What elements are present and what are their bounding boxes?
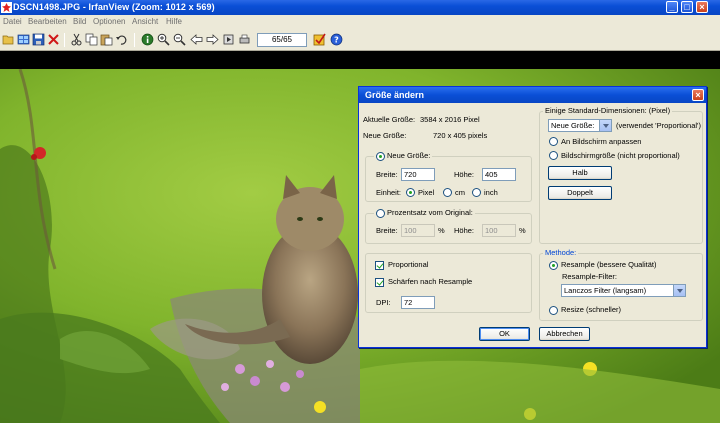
method-legend: Methode:	[543, 248, 579, 258]
new-size-group: Neue Größe: Breite: 720 Höhe: 405 Einhei…	[365, 151, 532, 202]
percent-height-input[interactable]: 100	[482, 224, 516, 237]
menu-optionen[interactable]: Optionen	[93, 17, 125, 26]
unit-label: Einheit:	[376, 188, 402, 197]
resample-filter-select[interactable]: Lanczos Filter (langsam)	[561, 284, 686, 297]
proportional-checkbox[interactable]	[375, 261, 384, 270]
undo-icon[interactable]	[115, 33, 128, 46]
unit-pixel-label: Pixel	[418, 188, 435, 197]
print-icon[interactable]	[238, 33, 251, 46]
percent-group: Prozentsatz vom Original: Breite: 100 % …	[365, 208, 532, 244]
screen-size-label: Bildschirmgröße (nicht proportional)	[561, 151, 680, 160]
standard-size-note: (verwendet 'Proportional')	[616, 121, 701, 130]
options-group: Proportional Schärfen nach Resample DPI:…	[365, 253, 532, 313]
close-window-button[interactable]: ×	[696, 1, 708, 13]
new-size-label: Neue Größe:	[363, 131, 407, 140]
delete-icon[interactable]	[47, 33, 60, 46]
unit-cm-radio[interactable]	[443, 188, 452, 197]
cut-icon[interactable]	[70, 33, 83, 46]
chevron-down-icon[interactable]	[599, 120, 611, 131]
menu-datei[interactable]: Datei	[3, 17, 22, 26]
current-size-value: 3584 x 2016 Pixel	[420, 115, 480, 124]
menu-hilfe[interactable]: Hilfe	[166, 17, 182, 26]
percent-height-label: Höhe:	[454, 226, 475, 235]
edit-checkbox-icon[interactable]	[313, 33, 326, 46]
zoom-out-icon[interactable]	[173, 33, 186, 46]
thumbnails-icon[interactable]	[17, 33, 30, 46]
zoom-in-icon[interactable]	[157, 33, 170, 46]
menu-bearbeiten[interactable]: Bearbeiten	[28, 17, 67, 26]
percent-height-unit: %	[519, 226, 526, 235]
save-icon[interactable]	[32, 33, 45, 46]
dpi-label: DPI:	[376, 298, 391, 307]
menu-bar: Datei Bearbeiten Bild Optionen Ansicht H…	[0, 15, 720, 29]
width-input[interactable]: 720	[401, 168, 435, 181]
sharpen-checkbox[interactable]	[375, 278, 384, 287]
fit-screen-label: An Bildschirm anpassen	[561, 137, 642, 146]
resample-radio[interactable]	[549, 261, 558, 270]
open-folder-icon[interactable]	[2, 33, 15, 46]
height-input[interactable]: 405	[482, 168, 516, 181]
maximize-button[interactable]: □	[681, 1, 693, 13]
standard-size-select-value: Neue Größe:	[551, 121, 595, 130]
new-size-value: 720 x 405 pixels	[433, 131, 488, 140]
dpi-input[interactable]: 72	[401, 296, 435, 309]
page-counter: 65/65	[257, 33, 307, 47]
help-icon[interactable]: ?	[330, 33, 343, 46]
svg-text:?: ?	[334, 36, 339, 45]
method-group: Methode: Resample (bessere Qualität) Res…	[539, 248, 703, 321]
fit-screen-radio[interactable]	[549, 137, 558, 146]
resize-dialog: Größe ändern × Aktuelle Größe: 3584 x 20…	[358, 86, 707, 348]
previous-arrow-icon[interactable]	[190, 33, 203, 46]
info-icon[interactable]	[141, 33, 154, 46]
percent-width-input[interactable]: 100	[401, 224, 435, 237]
title-bar: DSCN1498.JPG - IrfanView (Zoom: 1012 x 5…	[0, 0, 720, 15]
percent-radio-label: Prozentsatz vom Original:	[387, 208, 473, 217]
toolbar-separator	[64, 33, 65, 47]
resample-filter-label: Resample-Filter:	[562, 272, 618, 281]
height-label: Höhe:	[454, 170, 475, 179]
resize-label: Resize (schneller)	[561, 305, 622, 314]
resample-filter-value: Lanczos Filter (langsam)	[564, 286, 647, 295]
window-title: DSCN1498.JPG - IrfanView (Zoom: 1012 x 5…	[13, 2, 215, 12]
width-label: Breite:	[376, 170, 398, 179]
new-size-group-legend: Neue Größe:	[374, 151, 433, 161]
irfanview-app-icon[interactable]	[1, 2, 12, 13]
new-size-radio-label: Neue Größe:	[387, 151, 431, 160]
toolbar: 65/65 ?	[0, 29, 720, 51]
current-size-label: Aktuelle Größe:	[363, 115, 416, 124]
paste-icon[interactable]	[100, 33, 113, 46]
percent-width-unit: %	[438, 226, 445, 235]
standard-size-select[interactable]: Neue Größe:	[548, 119, 612, 132]
dialog-title: Größe ändern	[359, 87, 706, 103]
toolbar-separator	[134, 33, 135, 47]
unit-inch-label: inch	[484, 188, 498, 197]
unit-inch-radio[interactable]	[472, 188, 481, 197]
unit-cm-label: cm	[455, 188, 465, 197]
resample-label: Resample (bessere Qualität)	[561, 260, 657, 269]
screen-size-radio[interactable]	[549, 151, 558, 160]
percent-width-label: Breite:	[376, 226, 398, 235]
minimize-button[interactable]: _	[666, 1, 678, 13]
percent-radio[interactable]	[376, 208, 385, 218]
menu-bild[interactable]: Bild	[73, 17, 86, 26]
standard-dimensions-group: Einige Standard-Dimensionen: (Pixel) Neu…	[539, 106, 703, 244]
resize-radio[interactable]	[549, 306, 558, 315]
cancel-button[interactable]: Abbrechen	[539, 327, 590, 341]
slideshow-icon[interactable]	[222, 33, 235, 46]
half-button[interactable]: Halb	[548, 166, 612, 180]
percent-group-legend: Prozentsatz vom Original:	[374, 208, 475, 218]
next-arrow-icon[interactable]	[206, 33, 219, 46]
copy-icon[interactable]	[85, 33, 98, 46]
sharpen-label: Schärfen nach Resample	[388, 277, 473, 286]
ok-button[interactable]: OK	[479, 327, 530, 341]
menu-ansicht[interactable]: Ansicht	[132, 17, 158, 26]
double-button[interactable]: Doppelt	[548, 186, 612, 200]
chevron-down-icon[interactable]	[673, 285, 685, 296]
proportional-label: Proportional	[388, 260, 429, 269]
unit-pixel-radio[interactable]	[406, 188, 415, 197]
dialog-close-button[interactable]: ×	[692, 89, 704, 101]
standard-dimensions-legend: Einige Standard-Dimensionen: (Pixel)	[543, 106, 673, 116]
new-size-radio[interactable]	[376, 151, 385, 161]
